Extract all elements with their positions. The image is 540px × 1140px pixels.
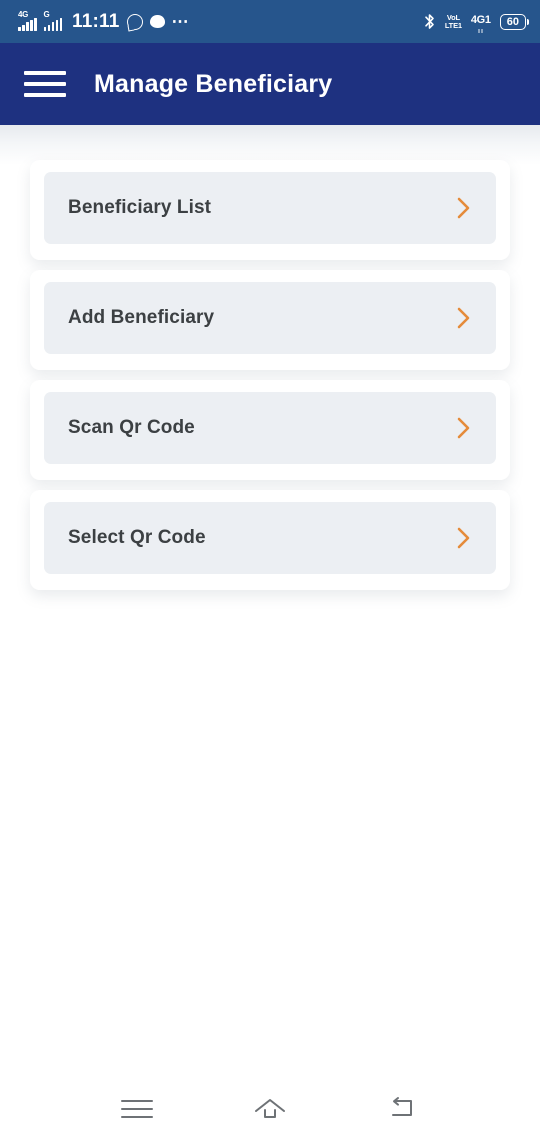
network-type-sim1-label: 4G [18,10,29,19]
menu-item-label: Beneficiary List [68,197,212,218]
home-icon[interactable] [242,1089,298,1129]
data-network-label: 4G [470,14,485,26]
android-navigation-bar [0,1078,540,1140]
menu-card-wrapper: Beneficiary List [30,160,510,260]
menu-card-wrapper: Scan Qr Code [30,380,510,480]
chevron-right-icon[interactable] [454,195,474,221]
menu-item-label: Add Beneficiary [68,307,215,328]
page-title: Manage Beneficiary [94,69,333,98]
menu-item-scan-qr-code[interactable]: Scan Qr Code [44,392,496,464]
menu-card-wrapper: Select Qr Code [30,490,510,590]
chevron-right-icon[interactable] [454,415,474,441]
data-activity-icon [471,29,491,33]
more-dots-icon: ⋯ [171,11,190,31]
menu-item-label: Select Qr Code [68,527,206,548]
app-bar: Manage Beneficiary [0,43,540,125]
chevron-right-icon[interactable] [454,305,474,331]
main-content: Beneficiary List Add Beneficiary Scan Qr… [0,125,540,1140]
battery-indicator: 60 [499,13,526,30]
menu-item-label: Scan Qr Code [68,417,195,438]
phone-screen: 4G G 11:11 ⋯ VoL LTE1 4G1 60 Manage Bene… [0,0,540,1140]
volte-line2: LTE1 [444,20,462,30]
signal-sim2: G [43,10,62,31]
signal-bars-sim2-icon [43,18,62,31]
status-bar-right: VoL LTE1 4G1 60 [423,10,526,33]
signal-bars-sim1-icon [18,18,37,31]
menu-list: Beneficiary List Add Beneficiary Scan Qr… [0,125,540,590]
signal-sim1: 4G [18,10,37,31]
network-type-sim2-label: G [43,10,50,19]
status-bar-clock: 11:11 [72,10,120,32]
back-arrow-icon[interactable] [375,1089,431,1129]
status-bar: 4G G 11:11 ⋯ VoL LTE1 4G1 60 [0,0,540,43]
data-sim-label: 1 [484,14,491,26]
menu-item-beneficiary-list[interactable]: Beneficiary List [44,172,496,244]
chat-bubble-icon [149,15,165,28]
bluetooth-icon [423,13,436,30]
recents-menu-icon[interactable] [109,1089,165,1129]
mobile-data-indicator: 4G1 [471,10,491,33]
menu-item-add-beneficiary[interactable]: Add Beneficiary [44,282,496,354]
status-bar-left: 4G G 11:11 ⋯ [18,11,190,33]
volte-icon: VoL LTE1 [445,14,462,29]
chevron-right-icon[interactable] [454,525,474,551]
hamburger-menu-icon[interactable] [24,69,66,99]
menu-card-wrapper: Add Beneficiary [30,270,510,370]
whatsapp-icon [126,13,143,30]
menu-item-select-qr-code[interactable]: Select Qr Code [44,502,496,574]
